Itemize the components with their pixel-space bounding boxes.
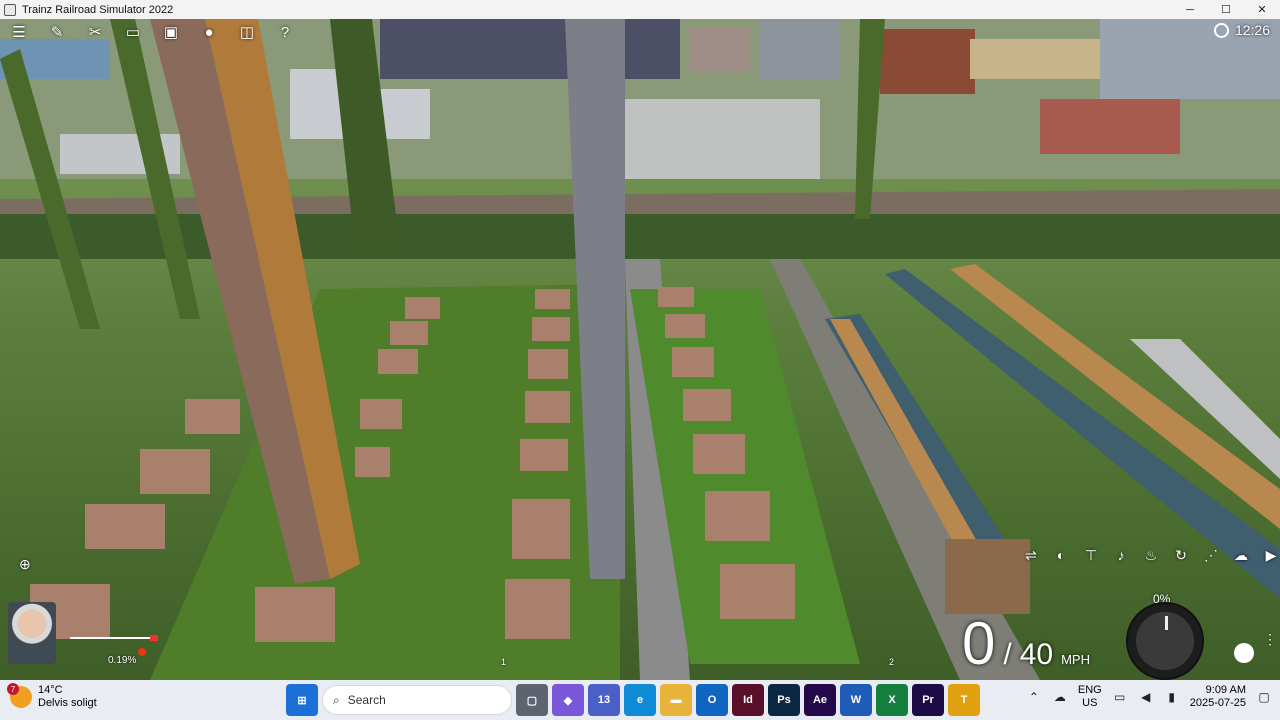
word-icon[interactable]: W xyxy=(840,684,872,716)
taskbar-apps: ⊞ ⌕ Search ▢ ◆ 13 e ▬ O Id Ps Ae W X Pr T xyxy=(286,684,980,716)
network-icon[interactable]: ▭ xyxy=(1112,689,1128,705)
speed-current: 0 xyxy=(962,610,996,677)
battery-icon[interactable]: ▮ xyxy=(1164,689,1180,705)
sander-icon[interactable]: ⋰ xyxy=(1196,544,1226,566)
photoshop-icon[interactable]: Ps xyxy=(768,684,800,716)
maximize-button[interactable]: ☐ xyxy=(1208,0,1244,19)
start-icon[interactable]: ⊞ xyxy=(286,684,318,716)
bell-icon[interactable]: ♨ xyxy=(1136,544,1166,566)
more-menu-icon[interactable]: ⋮ xyxy=(1263,632,1277,646)
title-bar: Trainz Railroad Simulator 2022 ─ ☐ ✕ xyxy=(0,0,1280,19)
search-placeholder: Search xyxy=(347,693,386,707)
search-icon: ⌕ xyxy=(333,692,340,707)
taskbar-date: 2025-07-25 xyxy=(1189,697,1246,709)
track-marker-2: 2 xyxy=(889,657,895,667)
weather-icon: 7 xyxy=(7,683,32,708)
lang-top: ENG xyxy=(1077,684,1102,696)
help-icon[interactable]: ? xyxy=(266,19,304,45)
copilot-icon[interactable]: ◆ xyxy=(552,684,584,716)
teams-icon[interactable]: 13 xyxy=(588,684,620,716)
coupler-icon[interactable]: ⇌ xyxy=(1016,544,1046,566)
weather-badge: 7 xyxy=(7,683,19,695)
language-indicator[interactable]: ENG US xyxy=(1078,684,1102,710)
signal-dot-icon xyxy=(138,648,146,656)
app-window: Trainz Railroad Simulator 2022 ─ ☐ ✕ ☰ ✎… xyxy=(0,0,1280,680)
window-icon[interactable]: ◫ xyxy=(228,19,266,45)
volume-icon[interactable]: ◀ xyxy=(1138,689,1154,705)
horn-icon[interactable]: ♪ xyxy=(1106,544,1136,566)
taskbar-time: 9:09 AM xyxy=(1205,684,1246,696)
driver-controls: ⇌ ◐ ⊤ ♪ ♨ ↻ ⋰ ☁ ▶ xyxy=(1016,544,1280,566)
message-icon[interactable]: ● xyxy=(190,19,228,45)
trainz-icon[interactable]: T xyxy=(948,684,980,716)
driver-avatar[interactable] xyxy=(8,602,56,664)
indesign-icon[interactable]: Id xyxy=(732,684,764,716)
zoom-tool-icon[interactable]: ⊕ xyxy=(19,556,31,573)
headlight-icon[interactable]: ◐ xyxy=(1046,544,1076,566)
camera-mode-button[interactable] xyxy=(1234,643,1254,663)
pantograph-icon[interactable]: ⊤ xyxy=(1076,544,1106,566)
minimize-button[interactable]: ─ xyxy=(1172,0,1208,19)
edge-icon[interactable]: e xyxy=(624,684,656,716)
hud-toolbar: ☰ ✎ ✂ ▭ ▣ ● ◫ ? xyxy=(0,19,304,45)
excel-icon[interactable]: X xyxy=(876,684,908,716)
outlook-icon[interactable]: O xyxy=(696,684,728,716)
edit-icon[interactable]: ✎ xyxy=(38,19,76,45)
scene-render xyxy=(0,19,1280,680)
premiere-icon[interactable]: Pr xyxy=(912,684,944,716)
chat-icon[interactable]: ▭ xyxy=(114,19,152,45)
speedometer: 0 / 40 MPH xyxy=(962,609,1090,678)
explorer-icon[interactable]: ▬ xyxy=(660,684,692,716)
tools-icon[interactable]: ✂ xyxy=(76,19,114,45)
clock-time: 12:26 xyxy=(1234,22,1270,38)
clock-date[interactable]: 9:09 AM 2025-07-25 xyxy=(1190,684,1246,710)
grade-indicator: 0.19% xyxy=(70,631,158,671)
reverser-icon[interactable]: ↻ xyxy=(1166,544,1196,566)
dial-needle xyxy=(1165,616,1168,630)
speed-limit: 40 xyxy=(1019,638,1054,671)
taskview-icon[interactable]: ▢ xyxy=(516,684,548,716)
play-icon[interactable]: ▶ xyxy=(1256,544,1280,566)
chevron-up-icon[interactable]: ⌃ xyxy=(1026,689,1042,705)
cloud-icon[interactable]: ☁ xyxy=(1052,689,1068,705)
weather-temp: 14°C xyxy=(38,684,63,696)
game-viewport[interactable]: ☰ ✎ ✂ ▭ ▣ ● ◫ ? 12:26 ⊕ 0.19% 1 2 ⇌ ◐ ⊤ ♪ ♨ ↻… xyxy=(0,19,1280,680)
grade-percent: 0.19% xyxy=(108,655,137,666)
weather-widget[interactable]: 7 14°C Delvis soligt xyxy=(7,683,97,710)
track-marker-1: 1 xyxy=(501,657,507,667)
camera-icon[interactable]: ▣ xyxy=(152,19,190,45)
app-icon xyxy=(4,3,16,16)
speed-separator: / xyxy=(1003,638,1012,671)
throttle-dial[interactable] xyxy=(1126,602,1204,680)
aftereffects-icon[interactable]: Ae xyxy=(804,684,836,716)
game-clock: 12:26 xyxy=(1213,22,1270,38)
window-title: Trainz Railroad Simulator 2022 xyxy=(22,3,174,16)
grade-limit-marker xyxy=(150,635,158,641)
grade-bar xyxy=(70,637,158,639)
lang-bottom: US xyxy=(1082,697,1098,709)
notification-icon[interactable]: ▢ xyxy=(1256,689,1272,705)
smoke-icon[interactable]: ☁ xyxy=(1226,544,1256,566)
close-button[interactable]: ✕ xyxy=(1244,0,1280,19)
system-tray: ⌃ ☁ ENG US ▭ ◀ ▮ 9:09 AM 2025-07-25 ▢ xyxy=(1026,684,1272,710)
weather-desc: Delvis soligt xyxy=(38,697,97,709)
menu-icon[interactable]: ☰ xyxy=(0,19,38,45)
speed-unit: MPH xyxy=(1061,652,1090,667)
search-box[interactable]: ⌕ Search xyxy=(322,685,512,715)
clock-icon xyxy=(1213,22,1229,38)
